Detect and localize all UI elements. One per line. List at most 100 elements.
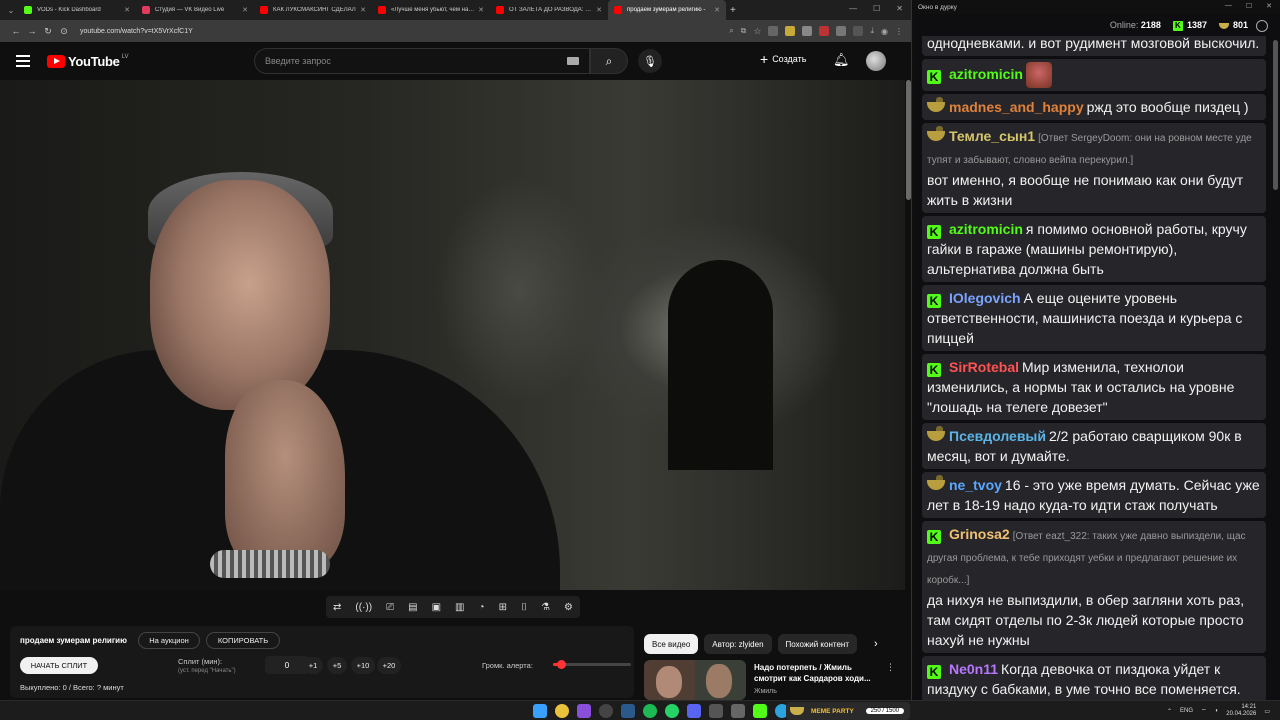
spotify-icon[interactable] (643, 704, 657, 718)
minimize-icon[interactable]: — (849, 4, 857, 13)
back-icon[interactable]: ← (8, 26, 24, 36)
search-icon[interactable]: ⌕ (729, 26, 733, 36)
chrome-icon[interactable] (555, 704, 569, 718)
frames-icon[interactable]: ▥ (455, 602, 464, 613)
related-video[interactable]: Надо потерпеть / Жмиль смотрит как Сарда… (644, 660, 900, 700)
app-icon[interactable] (731, 704, 745, 718)
chat-message[interactable]: K Ne0n11 Когда девочка от пиздюка уйдет к … (922, 656, 1266, 700)
extension-icon[interactable] (819, 26, 830, 36)
notifications-icon[interactable]: ▭ (1264, 708, 1270, 715)
meme-party-widget[interactable]: MEME PARTY 250 / 1500 (786, 702, 910, 720)
chat-username[interactable]: Псевдолевый (949, 428, 1046, 444)
chat-message[interactable]: Псевдолевый 2/2 работаю сварщиком 90к в м… (922, 423, 1266, 469)
language-indicator[interactable]: ENG (1180, 708, 1193, 714)
chat-username[interactable]: azitromicin (949, 221, 1023, 237)
chat-message[interactable]: однодневками. и вот рудимент мозговой вы… (922, 36, 1266, 56)
loop-icon[interactable]: ⇄ (333, 602, 341, 613)
volume-slider[interactable] (553, 660, 631, 669)
voice-search-button[interactable]: 🎙︎ (638, 49, 662, 73)
screenshot-icon[interactable]: ⎚ (386, 602, 394, 613)
tab-close-icon[interactable]: ✕ (242, 6, 248, 14)
volume-knob[interactable] (556, 660, 566, 669)
minimize-icon[interactable]: — (1225, 2, 1232, 10)
speed-icon[interactable]: ◔ (479, 602, 485, 613)
app-icon[interactable] (709, 704, 723, 718)
video-player[interactable] (0, 80, 905, 590)
chat-username[interactable]: ne_tvoy (949, 477, 1002, 493)
chat-message[interactable]: K Grinosa2 [Ответ eazt_322: таких уже давн… (922, 521, 1266, 653)
chat-message[interactable]: Kazitromicin (922, 59, 1266, 91)
youtube-logo[interactable]: YouTube LV (47, 54, 128, 69)
flask-icon[interactable]: ⚗ (541, 602, 550, 613)
settings-icon[interactable] (1256, 20, 1268, 32)
menu-icon[interactable] (16, 55, 30, 67)
inc-20-button[interactable]: +20 (377, 657, 401, 674)
obs-icon[interactable] (599, 704, 613, 718)
chat-message[interactable]: Темле_сын1 [Ответ SergeyDoom: они на ровн… (922, 123, 1266, 213)
gear-icon[interactable]: ⚙ (564, 602, 573, 613)
tab-close-icon[interactable]: ✕ (360, 6, 366, 14)
windows-start-icon[interactable] (533, 704, 547, 718)
chat-username[interactable]: azitromicin (949, 66, 1023, 82)
site-info-icon[interactable]: ⊙ (56, 26, 72, 37)
related-video-channel[interactable]: Жмиль (754, 688, 777, 695)
avatar[interactable] (866, 51, 886, 71)
share-icon[interactable]: ⧉ (741, 26, 747, 36)
chat-message[interactable]: K IOlegovich А еще оцените уровень ответст… (922, 285, 1266, 351)
search-input[interactable]: Введите запрос (254, 48, 590, 74)
tab-list-icon[interactable]: ⌄ (4, 6, 18, 15)
url-field[interactable]: youtube.com/watch?v=tX5VrXcfC1Y (80, 23, 729, 39)
add-icon[interactable]: ⊞ (499, 602, 507, 613)
extension-icon[interactable] (768, 26, 779, 36)
inc-10-button[interactable]: +10 (351, 657, 375, 674)
steam-icon[interactable] (621, 704, 635, 718)
whatsapp-icon[interactable] (665, 704, 679, 718)
more-options-icon[interactable]: ⋮ (886, 662, 895, 673)
chat-username[interactable]: IOlegovich (949, 290, 1021, 306)
kick-icon[interactable] (753, 704, 767, 718)
chat-message[interactable]: madnes_and_happy ржд это вообще пиздец ) (922, 94, 1266, 120)
keyboard-icon[interactable] (567, 57, 579, 65)
star-icon[interactable]: ☆ (753, 26, 761, 37)
inc-5-button[interactable]: +5 (327, 657, 347, 674)
browser-icon[interactable] (577, 704, 591, 718)
close-icon[interactable]: ✕ (896, 4, 903, 13)
related-video-title[interactable]: Надо потерпеть / Жмиль смотрит как Сарда… (754, 662, 884, 684)
chevron-right-icon[interactable]: › (874, 638, 878, 650)
pip-icon[interactable]: ▣ (432, 602, 441, 613)
video-thumbnail[interactable] (644, 660, 746, 700)
chat-username[interactable]: Темле_сын1 (949, 128, 1035, 144)
browser-tab[interactable]: КАК ЛУКСМАКСИНГ СДЕЛАЛ ✕ (254, 0, 372, 20)
tab-close-icon[interactable]: ✕ (124, 6, 130, 14)
chat-username[interactable]: Grinosa2 (949, 526, 1010, 542)
camera-icon[interactable]: ⌷ (521, 602, 527, 613)
chip-all[interactable]: Все видео (644, 634, 699, 654)
browser-tab[interactable]: «Лучше меня убьют, чем на на ✕ (372, 0, 490, 20)
start-split-button[interactable]: НАЧАТЬ СПЛИТ (20, 657, 98, 674)
clock[interactable]: 14:21 20.04.2026 (1226, 704, 1256, 718)
copy-button[interactable]: КОПИРОВАТЬ (206, 632, 280, 649)
extension-icon[interactable] (785, 26, 796, 36)
chat-messages[interactable]: однодневками. и вот рудимент мозговой вы… (914, 36, 1272, 700)
chip-similar[interactable]: Похожий контент (777, 634, 857, 654)
menu-icon[interactable]: ⋮ (895, 27, 903, 36)
new-tab-button[interactable]: + (730, 5, 736, 16)
auction-button[interactable]: На аукцион (138, 632, 200, 649)
tab-close-icon[interactable]: ✕ (596, 6, 602, 14)
audio-icon[interactable]: ((·)) (355, 602, 372, 613)
page-scrollbar[interactable] (906, 80, 911, 200)
create-button[interactable]: + Создать (760, 51, 806, 67)
chip-author[interactable]: Автор: zlyiden (704, 634, 772, 654)
browser-tab[interactable]: ОТ ЗАЛЕТА ДО РАЗВОДА: поч ✕ (490, 0, 608, 20)
chat-username[interactable]: madnes_and_happy (949, 99, 1084, 115)
discord-icon[interactable] (687, 704, 701, 718)
network-icon[interactable]: ⌔ (1201, 707, 1207, 715)
maximize-icon[interactable]: ☐ (873, 4, 880, 13)
film-icon[interactable]: ▤ (408, 602, 417, 613)
chat-scrollbar[interactable] (1273, 40, 1278, 190)
chat-username[interactable]: Ne0n11 (949, 661, 998, 677)
profile-icon[interactable]: ◉ (881, 27, 888, 36)
notifications-icon[interactable]: 🔔︎ (833, 52, 850, 68)
extension-icon[interactable] (836, 26, 847, 36)
browser-tab[interactable]: VODs - Kick Dashboard ✕ (18, 0, 136, 20)
